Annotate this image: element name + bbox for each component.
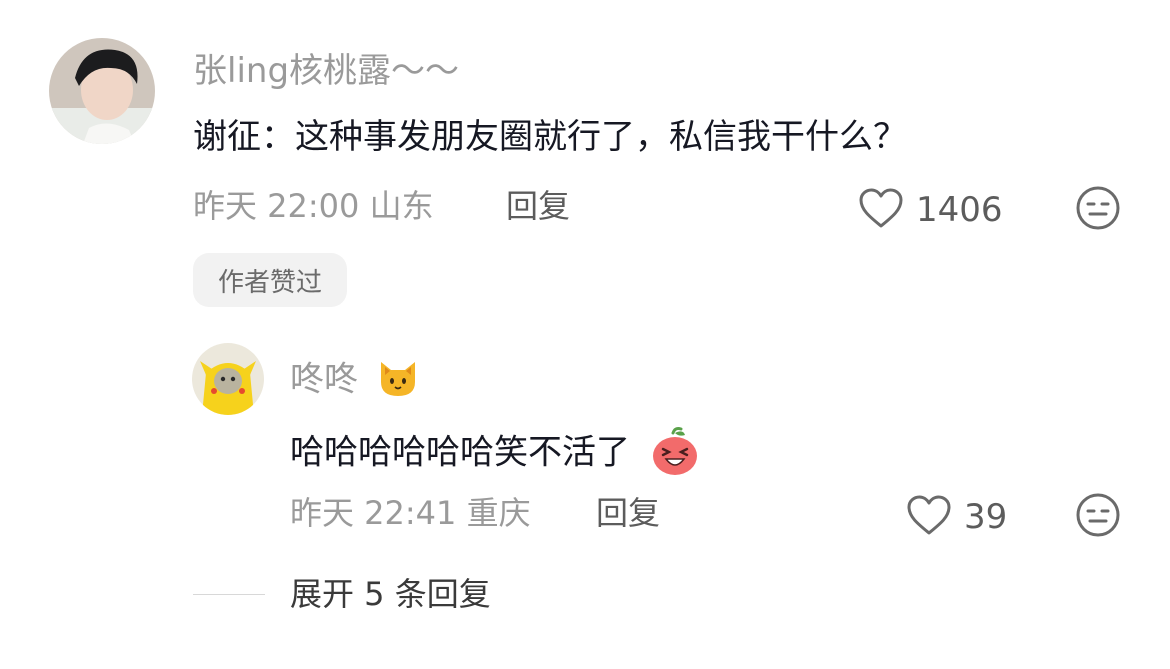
comment-username[interactable]: 张ling核桃露～～ <box>193 54 459 88</box>
expand-divider <box>193 594 265 595</box>
reply-reply-button[interactable]: 回复 <box>596 497 660 529</box>
reply-username[interactable]: 咚咚 <box>290 358 419 404</box>
reply-like-button[interactable]: 39 <box>906 494 1007 540</box>
reply-text: 哈哈哈哈哈哈笑不活了 <box>290 425 701 483</box>
heart-icon <box>906 494 952 540</box>
comment-reply-button[interactable]: 回复 <box>506 190 570 222</box>
comment-thread: 张ling核桃露～～ 谢征：这种事发朋友圈就行了，私信我干什么？ 昨天 22:0… <box>0 0 1170 669</box>
reply-emoji-button[interactable] <box>1075 492 1121 542</box>
heart-icon <box>858 187 904 233</box>
comment-text: 谢征：这种事发朋友圈就行了，私信我干什么？ <box>193 117 907 157</box>
expand-replies-button[interactable]: 展开 5 条回复 <box>290 578 491 610</box>
reply-text-body: 哈哈哈哈哈哈笑不活了 <box>290 432 630 473</box>
avatar[interactable] <box>49 38 155 144</box>
reply-timestamp-location: 昨天 22:41 重庆 <box>290 494 531 532</box>
reply-avatar[interactable] <box>192 343 264 415</box>
neutral-face-icon <box>1075 493 1121 542</box>
reply-like-count: 39 <box>964 497 1008 537</box>
author-liked-badge: 作者赞过 <box>193 253 347 307</box>
neutral-face-icon <box>1075 186 1121 235</box>
comment-like-count: 1406 <box>916 190 1003 230</box>
comment-emoji-button[interactable] <box>1075 185 1121 235</box>
comment-like-button[interactable]: 1406 <box>858 187 1003 233</box>
laughing-sticker-icon <box>649 425 701 483</box>
cat-face-emoji <box>377 358 419 404</box>
reply-username-text: 咚咚 <box>290 359 358 400</box>
comment-timestamp-location: 昨天 22:00 山东 <box>193 187 434 225</box>
